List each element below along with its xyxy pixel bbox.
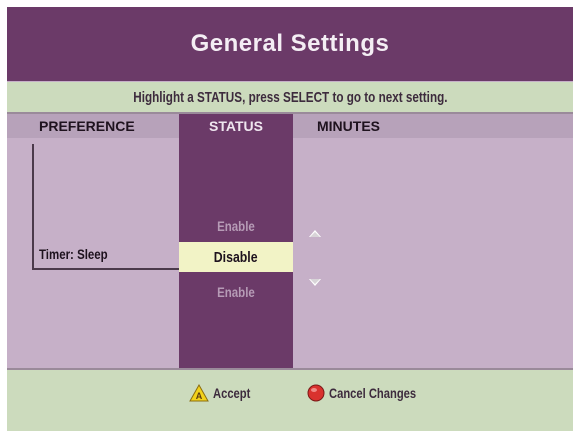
svg-text:A: A	[196, 391, 203, 401]
status-column: Enable Disable Enable	[179, 138, 293, 368]
minutes-column-header: MINUTES	[317, 118, 380, 134]
status-option-enable-below[interactable]: Enable	[179, 284, 293, 300]
footer-bar: A Accept Cancel Changes	[7, 368, 573, 431]
instruction-text: Highlight a STATUS, press SELECT to go t…	[132, 88, 448, 106]
scroll-down-arrow-icon[interactable]	[309, 278, 321, 288]
column-header-row: PREFERENCE STATUS MINUTES	[7, 114, 573, 138]
yellow-triangle-a-icon: A	[189, 384, 209, 402]
status-option-enable-above[interactable]: Enable	[179, 218, 293, 234]
title-bar: General Settings	[7, 7, 573, 81]
settings-content: Timer: Sleep Enable Disable Enable	[7, 138, 573, 368]
scroll-up-arrow-icon[interactable]	[309, 228, 321, 238]
accept-label: Accept	[213, 385, 251, 401]
instruction-bar: Highlight a STATUS, press SELECT to go t…	[7, 82, 573, 114]
red-circle-icon	[307, 384, 325, 402]
status-column-header: STATUS	[179, 114, 293, 138]
preference-column-header: PREFERENCE	[39, 118, 135, 134]
settings-screen: General Settings Highlight a STATUS, pre…	[7, 7, 573, 431]
preference-item-timer-sleep[interactable]: Timer: Sleep	[39, 246, 123, 262]
page-title: General Settings	[190, 30, 390, 57]
preference-label: Timer: Sleep	[39, 246, 108, 262]
cancel-changes-button[interactable]: Cancel Changes	[307, 384, 438, 402]
status-option-selected[interactable]: Disable	[179, 242, 293, 272]
accept-button[interactable]: A Accept	[189, 384, 260, 402]
cancel-changes-label: Cancel Changes	[329, 385, 417, 401]
